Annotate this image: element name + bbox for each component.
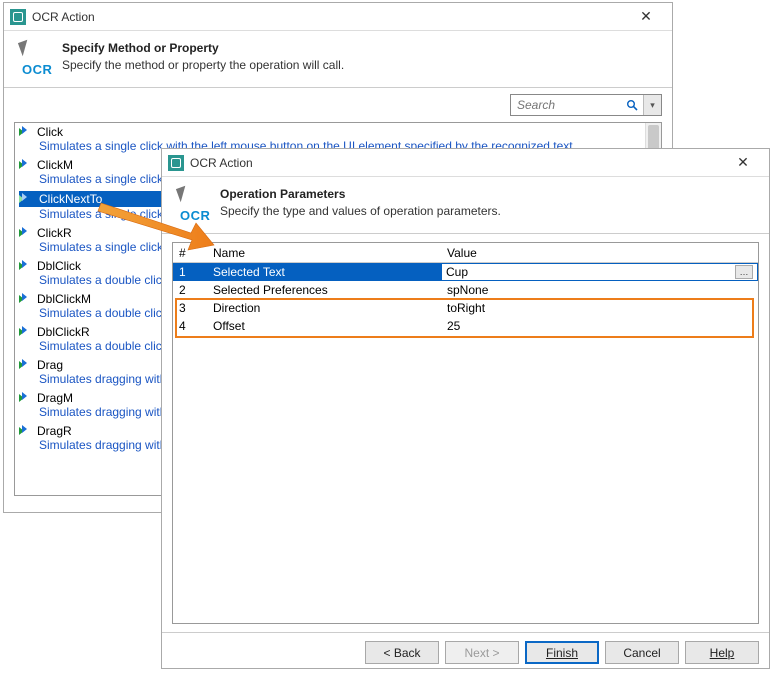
close-icon[interactable]: ✕ bbox=[723, 152, 763, 174]
col-header-name[interactable]: Name bbox=[207, 244, 441, 262]
header-desc: Specify the type and values of operation… bbox=[220, 204, 501, 218]
table-row[interactable]: 1Selected Text Cup … bbox=[173, 263, 758, 281]
cell-value-wrap[interactable]: Cup … bbox=[441, 263, 758, 281]
method-icon bbox=[19, 260, 33, 272]
search-icon[interactable] bbox=[621, 95, 643, 115]
method-icon bbox=[19, 126, 33, 138]
search-dropdown-icon[interactable]: ▾ bbox=[643, 95, 661, 115]
back-button[interactable]: < Back bbox=[365, 641, 439, 664]
method-name: DragR bbox=[37, 424, 72, 438]
method-icon bbox=[19, 359, 33, 371]
method-icon bbox=[19, 425, 33, 437]
cell-num: 3 bbox=[173, 299, 207, 317]
method-name: DblClickM bbox=[37, 292, 91, 306]
cell-num: 4 bbox=[173, 317, 207, 335]
method-name: ClickNextTo bbox=[37, 191, 104, 207]
header-desc: Specify the method or property the opera… bbox=[62, 58, 344, 72]
method-name: Click bbox=[37, 125, 63, 139]
method-icon bbox=[19, 159, 33, 171]
method-icon bbox=[19, 227, 33, 239]
header-title: Specify Method or Property bbox=[62, 41, 344, 55]
cell-num: 2 bbox=[173, 281, 207, 299]
cell-value-wrap[interactable]: spNone bbox=[441, 281, 758, 299]
header-title: Operation Parameters bbox=[220, 187, 501, 201]
table-header: # Name Value bbox=[173, 243, 758, 263]
col-header-num[interactable]: # bbox=[173, 244, 207, 262]
cell-name: Selected Text bbox=[207, 263, 441, 281]
search-input[interactable] bbox=[511, 96, 621, 114]
app-icon bbox=[168, 155, 184, 171]
cancel-button[interactable]: Cancel bbox=[605, 641, 679, 664]
method-icon bbox=[19, 326, 33, 338]
cell-name: Offset bbox=[207, 317, 441, 335]
method-icon bbox=[19, 193, 33, 205]
method-name: DblClickR bbox=[37, 325, 90, 339]
cell-num: 1 bbox=[173, 263, 207, 281]
col-header-value[interactable]: Value bbox=[441, 244, 758, 262]
method-name: ClickR bbox=[37, 226, 72, 240]
search-box[interactable]: ▾ bbox=[510, 94, 662, 116]
cell-name: Direction bbox=[207, 299, 441, 317]
ellipsis-button[interactable]: … bbox=[735, 265, 753, 279]
method-name: Drag bbox=[37, 358, 63, 372]
help-button[interactable]: Help bbox=[685, 641, 759, 664]
parameters-table: # Name Value 1Selected Text Cup … 2Selected… bbox=[172, 242, 759, 624]
titlebar[interactable]: OCR Action ✕ bbox=[162, 149, 769, 177]
method-icon bbox=[19, 392, 33, 404]
method-icon bbox=[19, 293, 33, 305]
window-title: OCR Action bbox=[32, 10, 626, 24]
table-row[interactable]: 2Selected PreferencesspNone bbox=[173, 281, 758, 299]
ocr-logo-icon: OCR bbox=[176, 187, 210, 221]
window-title: OCR Action bbox=[190, 156, 723, 170]
cell-value[interactable]: Cup bbox=[446, 265, 468, 279]
wizard-header: OCR Operation Parameters Specify the typ… bbox=[162, 177, 769, 234]
parameters-window: OCR Action ✕ OCR Operation Parameters Sp… bbox=[161, 148, 770, 669]
method-name: DblClick bbox=[37, 259, 81, 273]
finish-button[interactable]: Finish bbox=[525, 641, 599, 664]
table-row[interactable]: 3DirectiontoRight bbox=[173, 299, 758, 317]
next-button: Next > bbox=[445, 641, 519, 664]
app-icon bbox=[10, 9, 26, 25]
ocr-logo-icon: OCR bbox=[18, 41, 52, 75]
cell-value-wrap[interactable]: 25 bbox=[441, 317, 758, 335]
method-name: ClickM bbox=[37, 158, 73, 172]
titlebar[interactable]: OCR Action ✕ bbox=[4, 3, 672, 31]
method-name: DragM bbox=[37, 391, 73, 405]
close-icon[interactable]: ✕ bbox=[626, 6, 666, 28]
cell-name: Selected Preferences bbox=[207, 281, 441, 299]
wizard-header: OCR Specify Method or Property Specify t… bbox=[4, 31, 672, 88]
cell-value-wrap[interactable]: toRight bbox=[441, 299, 758, 317]
search-row: ▾ bbox=[4, 88, 672, 122]
button-bar: < Back Next > Finish Cancel Help bbox=[162, 632, 769, 674]
table-row[interactable]: 4Offset25 bbox=[173, 317, 758, 335]
